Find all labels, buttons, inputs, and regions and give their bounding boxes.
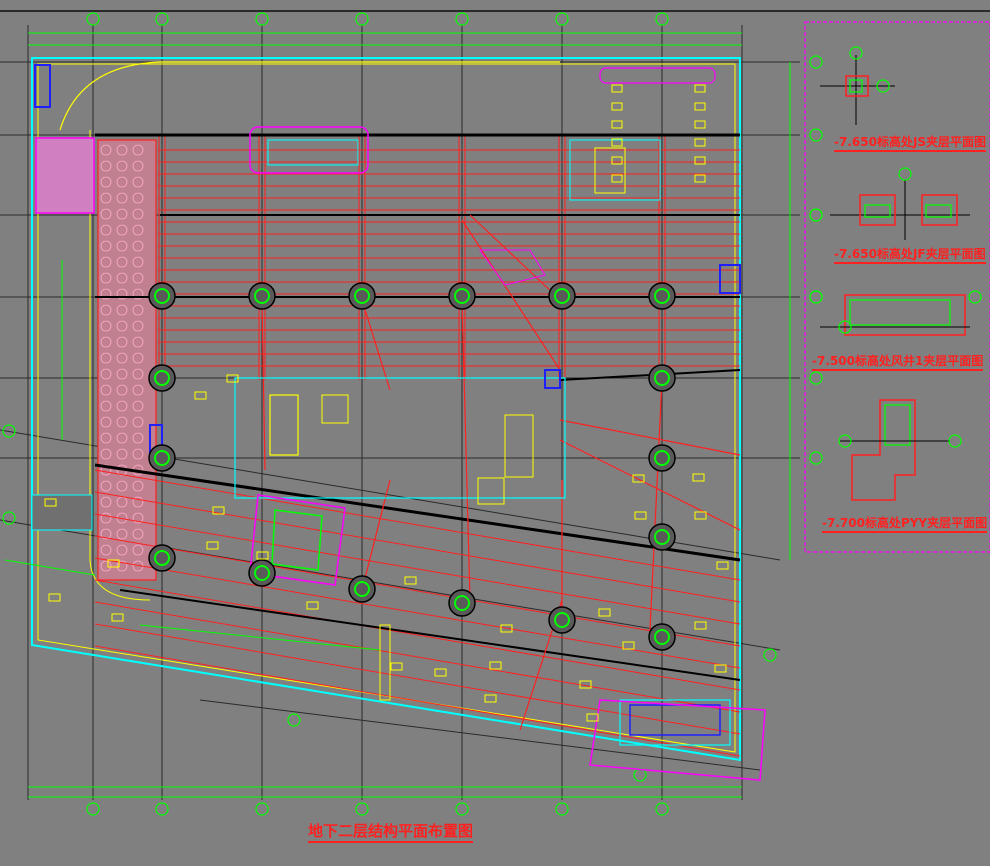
detail-title-js: -7.650标高处JS夹层平面图: [834, 133, 987, 152]
column: [148, 364, 176, 392]
column: [448, 589, 476, 617]
column: [648, 282, 676, 310]
hatched-zone: [35, 137, 95, 214]
cad-drawing-canvas: 地下二层结构平面布置图 -7.650标高处JS夹层平面图 -7.650标高处JF…: [0, 0, 990, 862]
column: [448, 282, 476, 310]
detail-title-pyy: -7.700标高处PYY夹层平面图: [822, 514, 988, 533]
column: [148, 444, 176, 472]
left-room: [31, 494, 93, 531]
main-drawing-title: 地下二层结构平面布置图: [308, 820, 474, 843]
column: [248, 559, 276, 587]
column: [148, 282, 176, 310]
column: [348, 282, 376, 310]
column: [648, 623, 676, 651]
column: [148, 544, 176, 572]
column: [348, 575, 376, 603]
column: [248, 282, 276, 310]
column: [548, 606, 576, 634]
structural-plan-svg: [0, 0, 990, 862]
column: [548, 282, 576, 310]
detail-title-jf: -7.650标高处JF夹层平面图: [834, 245, 986, 264]
column: [648, 444, 676, 472]
column: [648, 364, 676, 392]
column: [648, 523, 676, 551]
detail-title-shaft: -7.500标高处风井1夹层平面图: [812, 352, 984, 371]
